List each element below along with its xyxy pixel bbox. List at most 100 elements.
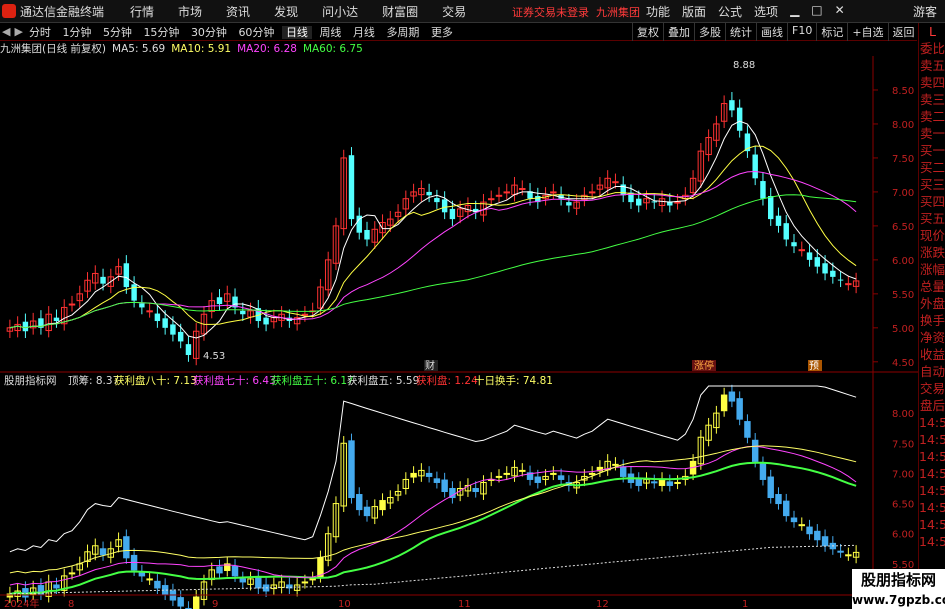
sub-candle-body <box>348 440 355 499</box>
sub-candle-body <box>317 557 324 578</box>
side-label: 卖五 <box>919 58 945 73</box>
candle-body <box>68 303 76 306</box>
guest-login[interactable]: 游客 <box>913 3 937 20</box>
watermark-line1: 股朋指标网 <box>860 571 936 589</box>
side-label: 卖三 <box>919 92 945 107</box>
period-daily[interactable]: 日线 <box>281 25 312 39</box>
menu-zixun[interactable]: 资讯 <box>214 3 262 20</box>
sub-candle-body <box>99 548 107 556</box>
period-more[interactable]: 更多 <box>427 26 457 39</box>
menu-gongshi[interactable]: 公式 <box>712 3 748 20</box>
sub-candle-body <box>837 550 844 553</box>
candle-body <box>131 284 137 301</box>
period-30min[interactable]: 30分钟 <box>187 26 231 39</box>
stock-link[interactable]: 九洲集团 <box>596 6 640 19</box>
candle-body <box>588 191 596 194</box>
sub-candle-body <box>806 526 813 535</box>
period-tabs: 分时 1分钟 5分钟 15分钟 30分钟 60分钟 日线 周线 月线 多周期 更… <box>25 24 457 40</box>
back-arrow-icon[interactable]: ◀ <box>2 25 10 38</box>
btn-f10[interactable]: F10 <box>787 23 816 41</box>
period-monthly[interactable]: 月线 <box>349 26 379 39</box>
ma60-label: MA60: 6.75 <box>302 42 363 55</box>
btn-diejia[interactable]: 叠加 <box>663 23 694 41</box>
candle-body <box>216 297 223 305</box>
menu-hangqing[interactable]: 行情 <box>118 3 166 20</box>
sub-candle-body <box>775 494 782 505</box>
period-fenshi[interactable]: 分时 <box>25 26 55 39</box>
candle-body <box>426 191 432 196</box>
btn-fuquan[interactable]: 复权 <box>632 23 663 41</box>
ma5-label: MA5: 5.69 <box>112 42 166 55</box>
candle-body <box>495 194 503 197</box>
menu-caifuquan[interactable]: 财富圈 <box>370 3 430 20</box>
candle-body <box>674 201 681 204</box>
btn-huaxian[interactable]: 画线 <box>756 23 787 41</box>
period-60min[interactable]: 60分钟 <box>234 26 278 39</box>
sub-candle-body <box>612 463 619 466</box>
sub-candle-body <box>635 478 642 486</box>
forward-arrow-icon[interactable]: ▶ <box>14 25 22 38</box>
side-label: 外盘 <box>919 296 945 311</box>
sub-tick-label: 8.00 <box>892 409 914 420</box>
price-tick-label: 7.00 <box>892 188 914 199</box>
btn-zixuan[interactable]: +自选 <box>847 23 887 41</box>
period-multi[interactable]: 多周期 <box>382 26 423 39</box>
maximize-icon[interactable]: □ <box>805 3 828 20</box>
chart-toolbar-right: 复权 叠加 多股 统计 画线 F10 标记 +自选 返回 <box>632 23 919 41</box>
candle-body <box>775 215 782 226</box>
side-label[interactable]: 自动 <box>919 363 945 380</box>
period-15min[interactable]: 15分钟 <box>139 26 183 39</box>
price-axis: 8.50 8.00 7.50 7.00 6.50 6.00 5.50 5.00 4.50 <box>892 86 914 369</box>
menu-gongneng[interactable]: 功能 <box>640 3 676 20</box>
candle-body <box>651 201 657 203</box>
menu-faxian[interactable]: 发现 <box>262 3 310 20</box>
title-bar: 通达信金融终端 行情 市场 资讯 发现 问小达 财富圈 交易 证券交易未登录 九… <box>0 0 945 23</box>
candle-body <box>185 344 192 356</box>
chart-area[interactable]: 8.50 8.00 7.50 7.00 6.50 6.00 5.50 5.00 4.50 8.8… <box>0 56 918 609</box>
sub-candle-body <box>790 517 798 523</box>
period-weekly[interactable]: 周线 <box>315 26 345 39</box>
side-time: 14:56 <box>919 483 945 498</box>
sub-candle-body <box>138 571 146 577</box>
side-time: 14:56 <box>919 466 945 481</box>
sub-candle-body <box>169 590 177 601</box>
sub-candle-body <box>759 463 767 480</box>
sub-candle-body <box>177 597 184 607</box>
candle-body <box>503 191 510 194</box>
trade-login-notice[interactable]: 证券交易未登录 九洲集团 <box>512 4 640 20</box>
close-icon[interactable]: ✕ <box>829 3 851 20</box>
menu-banmian[interactable]: 版面 <box>676 3 712 20</box>
btn-fanhui[interactable]: 返回 <box>887 23 919 41</box>
ma20-line <box>9 170 857 329</box>
notice-text[interactable]: 证券交易未登录 <box>512 6 589 19</box>
period-1min[interactable]: 1分钟 <box>58 26 95 39</box>
menu-wenxiaoda[interactable]: 问小达 <box>310 3 370 20</box>
profit80-label: 获利盘八十: 7.13 <box>114 374 197 387</box>
period-5min[interactable]: 5分钟 <box>99 26 136 39</box>
minimize-icon[interactable]: ▁ <box>784 3 805 20</box>
sub-candle-body <box>379 500 386 511</box>
menu-xuanxiang[interactable]: 选项 <box>748 3 784 20</box>
dingchou-line <box>9 385 857 553</box>
date-label: 2024年 <box>4 597 39 609</box>
candle-body <box>736 107 743 131</box>
btn-biaoji[interactable]: 标记 <box>816 23 847 41</box>
btn-duogu[interactable]: 多股 <box>694 23 725 41</box>
candle-body <box>550 191 557 194</box>
profit50-label: 获利盘五十: 6.17 <box>271 374 354 387</box>
ma20-label: MA20: 6.28 <box>237 42 297 55</box>
btn-tongji[interactable]: 统计 <box>725 23 756 41</box>
sub-candle-body <box>363 506 371 517</box>
sub-candle-body <box>845 554 852 557</box>
candle-body <box>752 154 758 179</box>
candle-body <box>348 155 355 220</box>
sub-candle-body <box>798 524 805 527</box>
chart-grid <box>873 89 878 363</box>
sub-candle-body <box>425 472 433 477</box>
date-label: 12 <box>596 599 609 609</box>
sub-candle-body <box>356 494 363 511</box>
side-l[interactable]: L <box>919 23 945 40</box>
menu-jiaoyi[interactable]: 交易 <box>430 3 478 20</box>
menu-shichang[interactable]: 市场 <box>166 3 214 20</box>
price-tick-label: 4.50 <box>892 358 914 369</box>
